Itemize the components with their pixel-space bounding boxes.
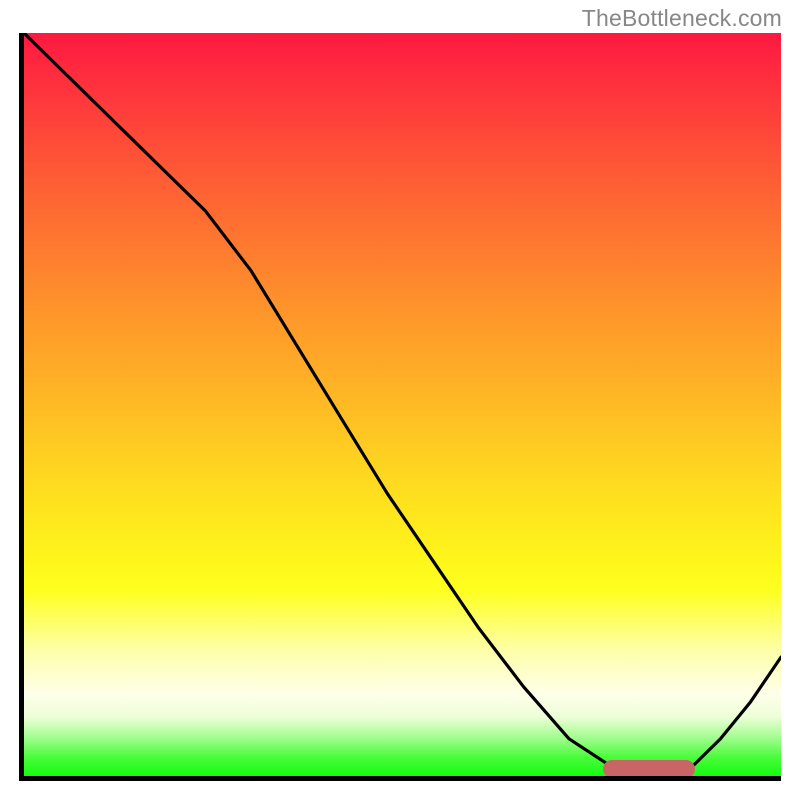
plot-area <box>19 33 781 781</box>
bottleneck-chart: TheBottleneck.com <box>0 0 800 800</box>
optimal-range-marker <box>603 760 694 778</box>
watermark-text: TheBottleneck.com <box>582 5 782 32</box>
bottleneck-curve-path <box>24 33 781 776</box>
curve-svg <box>24 33 781 776</box>
